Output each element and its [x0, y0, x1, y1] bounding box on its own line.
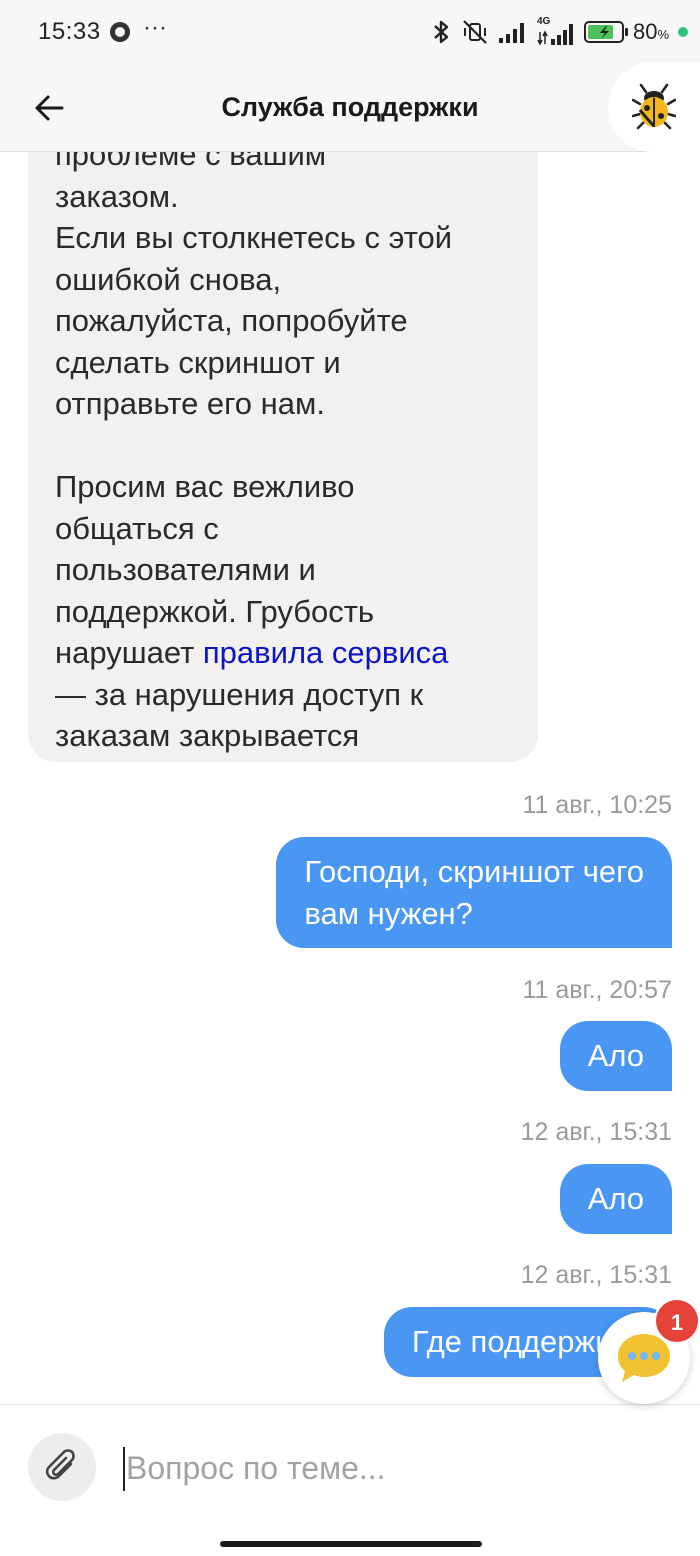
battery-percent: 80%: [633, 19, 669, 45]
network-type-label: 4G: [536, 16, 551, 27]
status-time: 15:33: [38, 18, 101, 45]
chat-messages[interactable]: проблеме с вашим заказом. Если вы столкн…: [0, 152, 700, 1404]
message-timestamp: 12 авг., 15:31: [520, 1118, 672, 1146]
page-title: Служба поддержки: [221, 92, 479, 122]
outgoing-message[interactable]: Господи, скриншот чего вам нужен?: [276, 837, 672, 948]
bluetooth-icon: [434, 20, 449, 44]
battery-percent-value: 80: [632, 19, 658, 44]
privacy-indicator-dot: [678, 27, 688, 37]
support-text-part-1: проблеме с вашим заказом. Если вы столкн…: [55, 152, 453, 670]
status-bar: 15:33 ··· 4G 80%: [0, 0, 700, 62]
text-cursor: [123, 1447, 125, 1491]
outgoing-message[interactable]: Ало: [559, 1164, 672, 1234]
app-header: Служба поддержки: [0, 62, 700, 152]
report-bug-button[interactable]: [608, 62, 700, 152]
vibrate-off-icon: [463, 20, 487, 44]
message-timestamp: 12 авг., 15:31: [520, 1261, 672, 1289]
message-timestamp: 11 авг., 10:25: [522, 791, 672, 819]
more-notifications-icon: ···: [143, 14, 167, 41]
bug-icon: [632, 83, 676, 130]
unread-badge: 1: [654, 1298, 700, 1344]
support-message: проблеме с вашим заказом. Если вы столкн…: [28, 152, 538, 762]
message-composer: [0, 1404, 700, 1556]
home-indicator[interactable]: [220, 1541, 482, 1547]
signal-4g-icon: 4G: [536, 16, 575, 46]
message-timestamp: 11 авг., 20:57: [522, 976, 672, 1004]
paperclip-icon: [45, 1449, 75, 1480]
notification-app-icon: [110, 22, 130, 42]
support-text-part-2: — за нарушения доступ к заказам закрывае…: [55, 676, 424, 754]
outgoing-message[interactable]: Ало: [559, 1021, 672, 1091]
status-icons: 4G 80%: [430, 14, 688, 50]
support-message-text: проблеме с вашим заказом. Если вы столкн…: [55, 152, 525, 757]
message-input[interactable]: [126, 1443, 646, 1493]
battery-icon: [583, 21, 628, 43]
signal-icon: [498, 23, 524, 43]
attach-button[interactable]: [28, 1433, 96, 1501]
service-rules-link[interactable]: правила сервиса: [203, 635, 449, 670]
battery-percent-sign: %: [657, 27, 669, 42]
